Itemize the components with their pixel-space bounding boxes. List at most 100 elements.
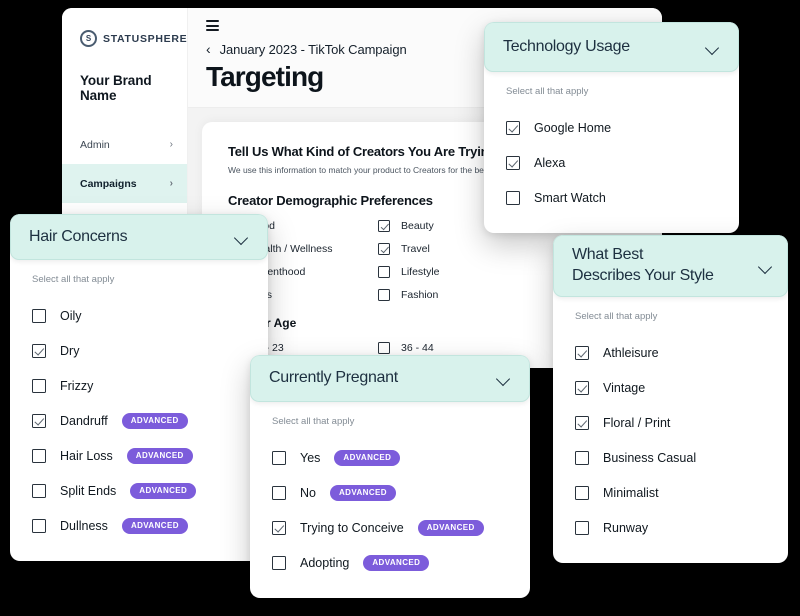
option-row[interactable]: Hair Loss ADVANCED xyxy=(10,438,268,473)
option-row[interactable]: Runway xyxy=(553,510,788,545)
option-label: Runway xyxy=(603,520,649,535)
dropdown-hint: Select all that apply xyxy=(32,274,115,285)
advanced-badge: ADVANCED xyxy=(126,447,193,464)
hamburger-menu-icon[interactable] xyxy=(206,20,219,31)
dropdown-hint: Select all that apply xyxy=(272,416,355,427)
checkbox-icon[interactable] xyxy=(506,190,520,205)
sidebar-item-label: Admin xyxy=(80,138,110,151)
option-row[interactable]: Floral / Print xyxy=(553,405,788,440)
chevron-down-icon[interactable] xyxy=(496,371,511,386)
sidebar-item-label: Campaigns xyxy=(80,177,137,190)
checkbox-icon[interactable] xyxy=(575,415,589,430)
checkbox-icon[interactable] xyxy=(575,380,589,395)
dropdown-hair-concerns: Hair Concerns Select all that apply Oily… xyxy=(10,214,268,561)
checkbox-icon[interactable] xyxy=(575,345,589,360)
chevron-down-icon[interactable] xyxy=(758,259,773,274)
brand-wordmark: STATUSPHERE xyxy=(103,32,188,45)
checkbox-icon[interactable] xyxy=(32,448,46,463)
checkbox-icon[interactable] xyxy=(32,413,46,428)
dropdown-body: Select all that apply Athleisure Vintage… xyxy=(553,297,788,563)
option-row[interactable]: Split Ends ADVANCED xyxy=(10,473,268,508)
checkbox-icon[interactable] xyxy=(378,266,390,278)
option-label: Oily xyxy=(60,308,82,323)
checkbox-icon[interactable] xyxy=(32,308,46,323)
option-label: Dullness xyxy=(60,518,108,533)
option-row[interactable]: Minimalist xyxy=(553,475,788,510)
dropdown-title-line2: Describes Your Style xyxy=(572,267,714,284)
option-label: 36 - 44 xyxy=(401,342,434,354)
option-label: Athleisure xyxy=(603,345,659,360)
option-label: Split Ends xyxy=(60,483,117,498)
dropdown-header-technology-usage[interactable]: Technology Usage xyxy=(484,22,739,72)
option-row[interactable]: Dry xyxy=(10,333,268,368)
dropdown-body: Select all that apply Oily Dry Frizzy Da… xyxy=(10,260,268,561)
option-label: Dandruff xyxy=(60,413,108,428)
option-row[interactable]: Yes ADVANCED xyxy=(250,440,530,475)
checkbox-icon[interactable] xyxy=(378,243,390,255)
option-label: Adopting xyxy=(300,555,350,570)
sidebar-item-campaigns[interactable]: Campaigns › xyxy=(62,164,187,203)
checkbox-icon[interactable] xyxy=(506,155,520,170)
chevron-right-icon: › xyxy=(169,178,173,189)
age-option[interactable]: 36 - 44 xyxy=(378,342,528,354)
checkbox-icon[interactable] xyxy=(378,342,390,354)
option-row[interactable]: Dandruff ADVANCED xyxy=(10,403,268,438)
advanced-badge: ADVANCED xyxy=(334,449,401,466)
advanced-badge: ADVANCED xyxy=(121,517,188,534)
dropdown-header-style[interactable]: What Best Describes Your Style xyxy=(553,235,788,297)
option-row[interactable]: Google Home xyxy=(484,110,739,145)
checkbox-icon[interactable] xyxy=(32,343,46,358)
option-label: Dry xyxy=(60,343,80,358)
option-label: Yes xyxy=(300,450,321,465)
checkbox-icon[interactable] xyxy=(272,450,286,465)
option-label: Minimalist xyxy=(603,485,659,500)
dropdown-currently-pregnant: Currently Pregnant Select all that apply… xyxy=(250,355,530,598)
checkbox-icon[interactable] xyxy=(575,520,589,535)
option-label: Hair Loss xyxy=(60,448,113,463)
dropdown-body: Select all that apply Google Home Alexa … xyxy=(484,72,739,233)
checkbox-icon[interactable] xyxy=(32,483,46,498)
option-row[interactable]: Alexa xyxy=(484,145,739,180)
option-row[interactable]: Vintage xyxy=(553,370,788,405)
checkbox-icon[interactable] xyxy=(378,289,390,301)
option-row[interactable]: Frizzy xyxy=(10,368,268,403)
checkbox-icon[interactable] xyxy=(575,450,589,465)
checkbox-icon[interactable] xyxy=(272,555,286,570)
interest-option[interactable]: Fashion xyxy=(378,289,528,301)
option-row[interactable]: No ADVANCED xyxy=(250,475,530,510)
option-row[interactable]: Oily xyxy=(10,298,268,333)
checkbox-icon[interactable] xyxy=(378,220,390,232)
advanced-badge: ADVANCED xyxy=(363,554,430,571)
option-label: Fashion xyxy=(401,289,439,301)
option-row[interactable]: Adopting ADVANCED xyxy=(250,545,530,580)
dropdown-header-currently-pregnant[interactable]: Currently Pregnant xyxy=(250,355,530,402)
chevron-left-icon[interactable]: ‹ xyxy=(206,41,211,57)
dropdown-title: Currently Pregnant xyxy=(269,369,398,387)
option-label: Alexa xyxy=(534,155,566,170)
interest-option[interactable]: Travel xyxy=(378,243,528,255)
dropdown-header-hair-concerns[interactable]: Hair Concerns xyxy=(10,214,268,260)
chevron-down-icon[interactable] xyxy=(234,230,249,245)
option-label: No xyxy=(300,485,316,500)
option-label: Vintage xyxy=(603,380,646,395)
checkbox-icon[interactable] xyxy=(272,485,286,500)
checkbox-icon[interactable] xyxy=(575,485,589,500)
option-row[interactable]: Business Casual xyxy=(553,440,788,475)
option-label: Business Casual xyxy=(603,450,697,465)
option-row[interactable]: Trying to Conceive ADVANCED xyxy=(250,510,530,545)
dropdown-body: Select all that apply Yes ADVANCED No AD… xyxy=(250,402,530,598)
checkbox-icon[interactable] xyxy=(272,520,286,535)
checkbox-icon[interactable] xyxy=(32,518,46,533)
chevron-down-icon[interactable] xyxy=(705,40,720,55)
checkbox-icon[interactable] xyxy=(506,120,520,135)
sidebar-item-admin[interactable]: Admin › xyxy=(62,125,187,164)
option-row[interactable]: Dullness ADVANCED xyxy=(10,508,268,543)
brand-logo: S STATUSPHERE xyxy=(62,8,187,47)
dropdown-title: What Best Describes Your Style xyxy=(572,245,714,287)
advanced-badge: ADVANCED xyxy=(329,484,396,501)
option-row[interactable]: Athleisure xyxy=(553,335,788,370)
checkbox-icon[interactable] xyxy=(32,378,46,393)
interest-option[interactable]: Lifestyle xyxy=(378,266,528,278)
option-label: Trying to Conceive xyxy=(300,520,404,535)
option-row[interactable]: Smart Watch xyxy=(484,180,739,215)
